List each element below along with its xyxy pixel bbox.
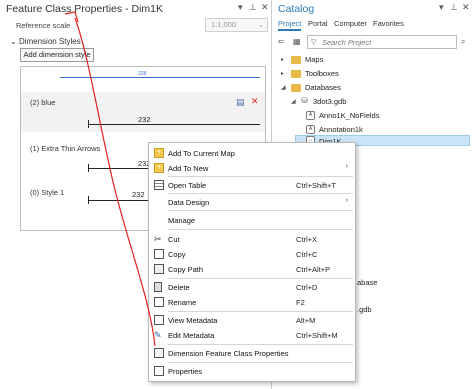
search-placeholder: Search Project [322, 38, 372, 47]
style-row-blue[interactable]: (2) blue [30, 98, 55, 107]
menu-item-copy-path[interactable]: Copy Path Ctrl+Alt+P [149, 262, 355, 276]
grid-icon[interactable]: ▦ [293, 37, 301, 46]
dropdown-icon[interactable]: ▾ [238, 2, 243, 13]
scissors-icon: ✂ [154, 234, 162, 244]
expand-arrow-icon[interactable]: ▸ [281, 56, 284, 63]
style-row-style-1[interactable]: (0) Style 1 [30, 188, 64, 197]
collapse-arrow-icon[interactable]: ◢ [281, 84, 286, 91]
properties-icon [154, 366, 164, 376]
style-row-extra-thin-arrows[interactable]: (1) Extra Thin Arrows [30, 144, 100, 153]
menu-item-cut[interactable]: ✂ Cut Ctrl+X [149, 232, 355, 246]
tree-item-toolboxes[interactable]: Toolboxes [305, 69, 339, 78]
pin-icon[interactable]: ⊥ [249, 2, 257, 13]
collapse-arrow-icon[interactable]: ◢ [291, 98, 296, 105]
pin-icon[interactable]: ⊥ [450, 2, 458, 13]
tab-project[interactable]: Project [278, 19, 302, 31]
folder-icon [291, 56, 301, 64]
delete-icon [154, 282, 162, 292]
dim-tick [88, 164, 89, 172]
tree-item-maps[interactable]: Maps [305, 55, 323, 64]
preview-dim-line [60, 77, 260, 78]
tree-item-partial[interactable]: abase [357, 278, 377, 287]
tree-item-3dot3-gdb[interactable]: 3dot3.gdb [313, 97, 346, 106]
menu-separator [168, 344, 353, 345]
add-to-map-icon: + [154, 148, 164, 158]
menu-separator [168, 311, 353, 312]
search-icon[interactable]: ⌕ [461, 37, 465, 47]
dim-tick [88, 196, 89, 204]
menu-item-manage[interactable]: Manage [149, 213, 355, 227]
metadata-icon [154, 315, 164, 325]
pane-title: Feature Class Properties - Dim1K [6, 3, 163, 15]
add-to-new-icon: + [154, 163, 164, 173]
tab-computer[interactable]: Computer [334, 19, 367, 28]
menu-separator [168, 210, 353, 211]
dim-value-blue: 232 [138, 115, 151, 124]
folder-icon [291, 84, 301, 92]
tab-portal[interactable]: Portal [308, 19, 328, 28]
reference-scale-value: 1:1,000 [211, 20, 237, 29]
collapse-chevron-icon: ⌄ [10, 37, 19, 46]
close-icon[interactable]: ✕ [261, 2, 269, 13]
menu-item-add-to-current-map[interactable]: + Add To Current Map [149, 146, 355, 160]
preview-dim-value: 228 [138, 71, 147, 77]
copy-icon [154, 249, 164, 259]
dimension-styles-header[interactable]: ⌄ Dimension Styles [10, 37, 81, 46]
chevron-down-icon: ⌄ [257, 20, 264, 29]
copy-path-icon [154, 264, 164, 274]
submenu-arrow-icon: › [345, 197, 348, 204]
catalog-title: Catalog [278, 3, 315, 15]
dim-line-blue [88, 124, 260, 125]
context-menu: + Add To Current Map + Add To New › Open… [148, 142, 356, 382]
search-input[interactable]: ▽ Search Project [307, 35, 457, 49]
menu-item-dimension-fc-properties[interactable]: Dimension Feature Class Properties [149, 346, 355, 360]
menu-separator [168, 229, 353, 230]
edit-style-icon[interactable]: ▤ [236, 97, 245, 108]
dim-value-style-1: 232 [132, 190, 145, 199]
back-icon[interactable]: ⇐ [278, 37, 285, 46]
menu-item-open-table[interactable]: Open Table Ctrl+Shift+T [149, 178, 355, 192]
menu-item-properties[interactable]: Properties [149, 364, 355, 378]
tree-item-databases[interactable]: Databases [305, 83, 341, 92]
menu-item-data-design[interactable]: Data Design › [149, 195, 355, 209]
annotation-fc-icon: A [306, 125, 315, 134]
annotation-fc-icon: A [306, 111, 315, 120]
tree-item-annotation1k[interactable]: Annotation1k [319, 125, 363, 134]
add-dimension-style-button[interactable]: Add dimension style [20, 48, 94, 62]
pencil-icon: ✎ [154, 330, 162, 340]
close-icon[interactable]: ✕ [462, 2, 470, 13]
submenu-arrow-icon: › [345, 163, 348, 170]
delete-style-icon[interactable]: ✕ [251, 96, 259, 107]
tree-item-partial[interactable]: .gdb [357, 305, 372, 314]
reference-scale-label: Reference scale [16, 21, 71, 30]
tree-item-anno1k-nofields[interactable]: Anno1K_NoFields [319, 111, 379, 120]
dim-properties-icon [154, 348, 164, 358]
expand-arrow-icon[interactable]: ▸ [281, 70, 284, 77]
menu-item-copy[interactable]: Copy Ctrl+C [149, 247, 355, 261]
menu-separator [168, 193, 353, 194]
table-icon [154, 180, 164, 190]
section-title: Dimension Styles [18, 37, 81, 46]
menu-item-delete[interactable]: Delete Ctrl+D [149, 280, 355, 294]
dim-tick [88, 120, 89, 128]
menu-item-rename[interactable]: Rename F2 [149, 295, 355, 309]
menu-separator [168, 362, 353, 363]
rename-icon [154, 297, 164, 307]
geodatabase-icon: ⛁ [301, 96, 308, 105]
filter-icon: ▽ [311, 39, 317, 46]
style-row-band[interactable] [21, 92, 265, 132]
folder-icon [291, 70, 301, 78]
tab-favorites[interactable]: Favorites [373, 19, 404, 28]
menu-separator [168, 278, 353, 279]
menu-separator [168, 176, 353, 177]
menu-item-view-metadata[interactable]: View Metadata Alt+M [149, 313, 355, 327]
dropdown-icon[interactable]: ▾ [439, 2, 444, 13]
menu-item-add-to-new[interactable]: + Add To New › [149, 161, 355, 175]
reference-scale-select[interactable]: 1:1,000 ⌄ [205, 18, 268, 32]
menu-item-edit-metadata[interactable]: ✎ Edit Metadata Ctrl+Shift+M [149, 328, 355, 342]
